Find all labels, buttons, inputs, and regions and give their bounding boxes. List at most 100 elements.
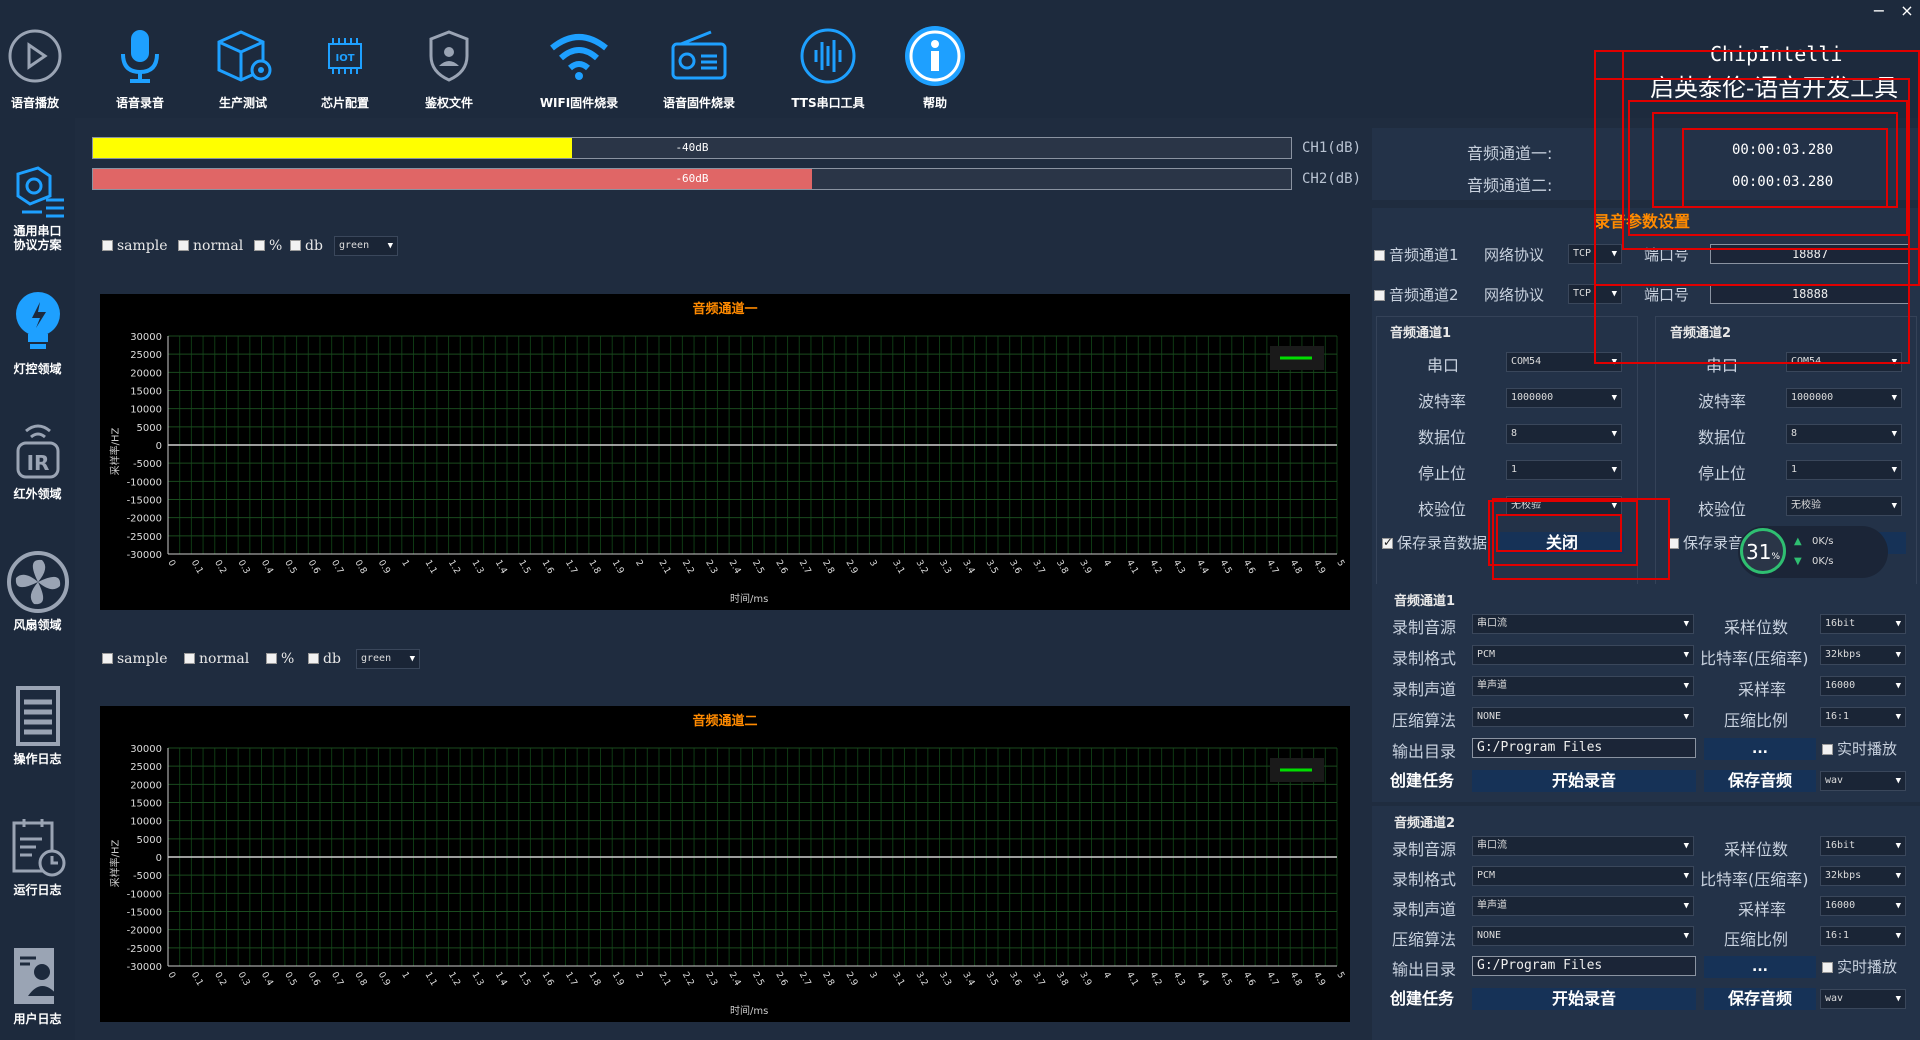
x-tick-label: 0.6: [306, 559, 322, 577]
serial2-stopbits-select[interactable]: 1 ▼: [1786, 460, 1902, 480]
rec2-realtime-option[interactable]: 实时播放: [1822, 956, 1897, 977]
net-ch2-proto-select[interactable]: TCP ▼: [1568, 284, 1622, 304]
toolbar-wifi-firmware[interactable]: WIFI固件烧录: [514, 14, 644, 114]
opt-sample[interactable]: sample: [102, 651, 168, 667]
rec1-realtime-checkbox[interactable]: [1822, 744, 1833, 755]
serial1-save-option[interactable]: 保存录音数据: [1382, 532, 1487, 553]
rec2-bitrate-select[interactable]: 32kbps ▼: [1820, 866, 1906, 886]
rec2-create-task-button[interactable]: 创建任务: [1380, 988, 1464, 1010]
net-ch1-port-input[interactable]: 18887: [1710, 244, 1910, 264]
rec2-browse-button[interactable]: ...: [1704, 956, 1816, 978]
rec2-start-record-button[interactable]: 开始录音: [1472, 988, 1696, 1010]
net-ch2-port-input[interactable]: 18888: [1710, 284, 1910, 304]
rec1-output-dir-input[interactable]: G:/Program Files: [1472, 738, 1696, 758]
sample-checkbox[interactable]: [102, 240, 113, 251]
rec2-realtime-checkbox[interactable]: [1822, 962, 1833, 973]
rec2-algo-select[interactable]: NONE ▼: [1472, 926, 1694, 946]
serial2-parity-select[interactable]: 无校验 ▼: [1786, 496, 1902, 516]
rec2-save-audio-button[interactable]: 保存音频: [1704, 988, 1816, 1010]
opt-percent[interactable]: %: [254, 238, 282, 254]
y-tick-label: 15000: [130, 799, 162, 810]
rec1-channel-select[interactable]: 单声道 ▼: [1472, 676, 1694, 696]
percent-checkbox[interactable]: [266, 653, 277, 664]
rec1-start-record-button[interactable]: 开始录音: [1472, 770, 1696, 792]
sidebar-item-serial-protocol[interactable]: 通用串口 协议方案: [0, 152, 75, 272]
opt-normal[interactable]: normal: [184, 651, 249, 667]
sample-checkbox[interactable]: [102, 653, 113, 664]
rec2-format-select[interactable]: PCM ▼: [1472, 866, 1694, 886]
toolbar-voice-record[interactable]: 语音录音: [85, 14, 195, 114]
serial1-stopbits-select[interactable]: 1 ▼: [1506, 460, 1622, 480]
toolbar-chip-config[interactable]: IOT 芯片配置: [290, 14, 400, 114]
toolbar-production-test[interactable]: 生产测试: [188, 14, 298, 114]
close-window-button[interactable]: ×: [1894, 0, 1920, 22]
percent-checkbox[interactable]: [254, 240, 265, 251]
sidebar-item-lighting[interactable]: 灯控领域: [0, 276, 75, 396]
normal-checkbox[interactable]: [178, 240, 189, 251]
toolbar-auth-file[interactable]: 鉴权文件: [394, 14, 504, 114]
rec1-rate-select[interactable]: 16000 ▼: [1820, 676, 1906, 696]
rec1-ratio-select[interactable]: 16:1 ▼: [1820, 707, 1906, 727]
rec1-algo-select[interactable]: NONE ▼: [1472, 707, 1694, 727]
sidebar-item-operation-log[interactable]: 操作日志: [0, 670, 75, 790]
rec2-source-select[interactable]: 串口流 ▼: [1472, 836, 1694, 856]
opt-db[interactable]: db: [308, 651, 341, 667]
toolbar-voice-play[interactable]: 语音播放: [0, 14, 90, 114]
db-checkbox[interactable]: [290, 240, 301, 251]
rec1-format-select[interactable]: PCM ▼: [1472, 645, 1694, 665]
microphone-icon: [121, 30, 159, 83]
sidebar-item-run-log[interactable]: 运行日志: [0, 801, 75, 921]
rec1-create-task-button[interactable]: 创建任务: [1380, 770, 1464, 792]
chevron-down-icon: ▼: [1611, 501, 1617, 511]
opt-percent[interactable]: %: [266, 651, 294, 667]
toolbar-help[interactable]: 帮助: [880, 14, 990, 114]
x-tick-label: 3.5: [984, 971, 1000, 988]
sidebar-item-fan[interactable]: 风扇领域: [0, 536, 75, 656]
rec1-source-select[interactable]: 串口流 ▼: [1472, 614, 1694, 634]
sidebar-item-user-log[interactable]: 用户日志: [0, 930, 75, 1040]
rec1-realtime-option[interactable]: 实时播放: [1822, 738, 1897, 759]
rec1-browse-button[interactable]: ...: [1704, 738, 1816, 760]
net-ch2-checkbox[interactable]: [1374, 290, 1385, 301]
plot1-color-select[interactable]: green ▼: [334, 236, 398, 256]
serial1-port-select[interactable]: COM54 ▼: [1506, 352, 1622, 372]
toolbar-tts-serial[interactable]: TTS串口工具: [768, 14, 888, 114]
db-checkbox[interactable]: [308, 653, 319, 664]
net-ch1-proto-select[interactable]: TCP ▼: [1568, 244, 1622, 264]
serial1-databits-select[interactable]: 8 ▼: [1506, 424, 1622, 444]
opt-db[interactable]: db: [290, 238, 323, 254]
serial2-port-select[interactable]: COM54 ▼: [1786, 352, 1902, 372]
serial1-close-button[interactable]: 关闭: [1500, 532, 1624, 554]
minimize-button[interactable]: −: [1866, 0, 1892, 22]
combo-value: 16bit: [1825, 840, 1856, 851]
net-ch1-checkbox[interactable]: [1374, 250, 1385, 261]
rec1-save-audio-button[interactable]: 保存音频: [1704, 770, 1816, 792]
rec2-channel-select[interactable]: 单声道 ▼: [1472, 896, 1694, 916]
chevron-down-icon: ▼: [1611, 249, 1617, 259]
serial2-databits-select[interactable]: 8 ▼: [1786, 424, 1902, 444]
toolbar-voice-firmware[interactable]: 语音固件烧录: [634, 14, 764, 114]
serial1-parity-select[interactable]: 无校验 ▼: [1506, 496, 1622, 516]
opt-normal[interactable]: normal: [178, 238, 243, 254]
x-tick-label: 0.1: [189, 559, 205, 576]
rec2-output-dir-input[interactable]: G:/Program Files: [1472, 956, 1696, 976]
net-ch1-enable[interactable]: 音频通道1: [1374, 244, 1459, 265]
rec2-ratio-select[interactable]: 16:1 ▼: [1820, 926, 1906, 946]
plot2-color-select[interactable]: green ▼: [356, 649, 420, 669]
rec1-bitrate-select[interactable]: 32kbps ▼: [1820, 645, 1906, 665]
serial2-save-checkbox[interactable]: [1668, 538, 1679, 549]
normal-checkbox[interactable]: [184, 653, 195, 664]
x-tick-label: 2.6: [773, 971, 789, 989]
rec1-ext-select[interactable]: wav ▼: [1820, 771, 1906, 791]
sidebar-item-infrared[interactable]: IR 红外领域: [0, 403, 75, 523]
net-ch2-enable[interactable]: 音频通道2: [1374, 284, 1459, 305]
rec2-ext-select[interactable]: wav ▼: [1820, 989, 1906, 1009]
rec2-bits-select[interactable]: 16bit ▼: [1820, 836, 1906, 856]
x-tick-label: 3.4: [960, 559, 976, 577]
opt-sample[interactable]: sample: [102, 238, 168, 254]
serial1-save-checkbox[interactable]: [1382, 535, 1393, 549]
rec1-bits-select[interactable]: 16bit ▼: [1820, 614, 1906, 634]
rec2-rate-select[interactable]: 16000 ▼: [1820, 896, 1906, 916]
serial1-baud-select[interactable]: 1000000 ▼: [1506, 388, 1622, 408]
serial2-baud-select[interactable]: 1000000 ▼: [1786, 388, 1902, 408]
